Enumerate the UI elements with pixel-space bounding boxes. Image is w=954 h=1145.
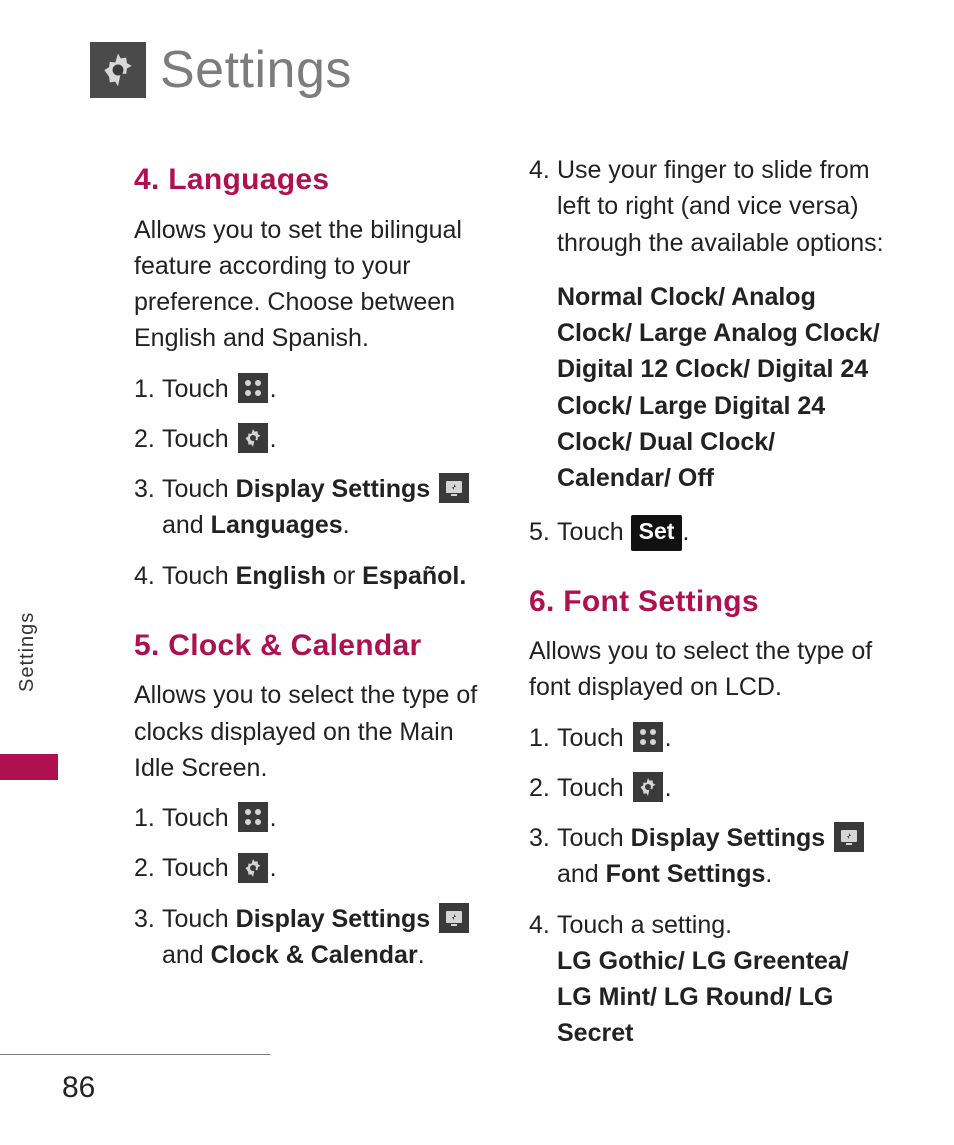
- gear-icon: [238, 853, 268, 883]
- side-tab-accent: [0, 754, 58, 780]
- step-number: 2.: [134, 850, 162, 886]
- section-5-steps-continued: 4. Use your finger to slide from left to…: [529, 152, 884, 261]
- step-number: 5.: [529, 514, 557, 550]
- list-item: 1. Touch .: [529, 720, 884, 756]
- left-column: 4. Languages Allows you to set the bilin…: [134, 144, 489, 1066]
- step-body: Touch Display Settings and Languages.: [162, 471, 489, 544]
- step-number: 3.: [529, 820, 557, 856]
- set-button: Set: [631, 515, 683, 550]
- manual-page: Settings 4. Languages Allows you to set …: [0, 0, 954, 1145]
- section-6-description: Allows you to select the type of font di…: [529, 633, 884, 706]
- step-body: Touch .: [557, 770, 884, 806]
- list-item: 4. Use your finger to slide from left to…: [529, 152, 884, 261]
- list-item: 1. Touch .: [134, 800, 489, 836]
- step-body: Touch .: [557, 720, 884, 756]
- step-body: Touch .: [162, 421, 489, 457]
- step-number: 4.: [529, 152, 557, 188]
- step-number: 2.: [529, 770, 557, 806]
- section-6-steps: 1. Touch . 2. Touch . 3. Touch Display S…: [529, 720, 884, 1052]
- step-number: 4.: [529, 907, 557, 943]
- display-settings-icon: [439, 473, 469, 503]
- side-tab-label: Settings: [16, 612, 39, 692]
- gear-icon: [90, 42, 146, 98]
- page-number: 86: [62, 1071, 95, 1105]
- step-body: Use your finger to slide from left to ri…: [557, 152, 884, 261]
- display-settings-label: Display Settings: [236, 905, 431, 933]
- list-item: 4. Touch English or Español.: [134, 558, 489, 594]
- gear-icon: [633, 772, 663, 802]
- clock-calendar-label: Clock & Calendar: [211, 941, 418, 969]
- side-tab: Settings: [0, 640, 58, 756]
- step-body: Touch Display Settings and Font Settings…: [557, 820, 884, 893]
- section-6-heading: 6. Font Settings: [529, 580, 884, 624]
- step-number: 1.: [529, 720, 557, 756]
- step-body: Touch .: [162, 371, 489, 407]
- english-label: English: [236, 562, 326, 590]
- apps-icon: [238, 373, 268, 403]
- display-settings-label: Display Settings: [236, 475, 431, 503]
- section-5-description: Allows you to select the type of clocks …: [134, 677, 489, 786]
- section-5-steps: 1. Touch . 2. Touch . 3. Touch Display S…: [134, 800, 489, 973]
- footer-rule: [0, 1054, 270, 1055]
- right-column: 4. Use your finger to slide from left to…: [529, 144, 884, 1066]
- list-item: 2. Touch .: [134, 421, 489, 457]
- list-item: 3. Touch Display Settings and Languages.: [134, 471, 489, 544]
- clock-options-list: Normal Clock/ Analog Clock/ Large Analog…: [557, 279, 884, 497]
- section-4-heading: 4. Languages: [134, 158, 489, 202]
- step-number: 3.: [134, 901, 162, 937]
- apps-icon: [238, 802, 268, 832]
- font-options-list: LG Gothic/ LG Greentea/ LG Mint/ LG Roun…: [557, 947, 849, 1048]
- font-settings-label: Font Settings: [606, 860, 766, 888]
- step-body: Touch .: [162, 850, 489, 886]
- step-body: Touch a setting. LG Gothic/ LG Greentea/…: [557, 907, 884, 1052]
- list-item: 5. Touch Set.: [529, 514, 884, 551]
- languages-label: Languages: [211, 511, 343, 539]
- page-header: Settings: [90, 40, 894, 100]
- step-number: 4.: [134, 558, 162, 594]
- step-body: Touch English or Español.: [162, 558, 489, 594]
- content-columns: 4. Languages Allows you to set the bilin…: [134, 144, 884, 1066]
- page-title: Settings: [160, 40, 352, 100]
- list-item: 2. Touch .: [134, 850, 489, 886]
- step-number: 1.: [134, 371, 162, 407]
- step-body: Touch .: [162, 800, 489, 836]
- list-item: 1. Touch .: [134, 371, 489, 407]
- list-item: 3. Touch Display Settings and Font Setti…: [529, 820, 884, 893]
- step-body: Touch Set.: [557, 514, 884, 551]
- list-item: 2. Touch .: [529, 770, 884, 806]
- section-4-steps: 1. Touch . 2. Touch . 3. Touch Display S…: [134, 371, 489, 594]
- step-number: 3.: [134, 471, 162, 507]
- step-body: Touch Display Settings and Clock & Calen…: [162, 901, 489, 974]
- step-number: 2.: [134, 421, 162, 457]
- step-number: 1.: [134, 800, 162, 836]
- section-5-step5: 5. Touch Set.: [529, 514, 884, 551]
- section-5-heading: 5. Clock & Calendar: [134, 624, 489, 668]
- display-settings-label: Display Settings: [631, 824, 826, 852]
- espanol-label: Español.: [362, 562, 466, 590]
- display-settings-icon: [439, 903, 469, 933]
- apps-icon: [633, 722, 663, 752]
- list-item: 3. Touch Display Settings and Clock & Ca…: [134, 901, 489, 974]
- gear-icon: [238, 423, 268, 453]
- section-4-description: Allows you to set the bilingual feature …: [134, 212, 489, 357]
- display-settings-icon: [834, 822, 864, 852]
- list-item: 4. Touch a setting. LG Gothic/ LG Greent…: [529, 907, 884, 1052]
